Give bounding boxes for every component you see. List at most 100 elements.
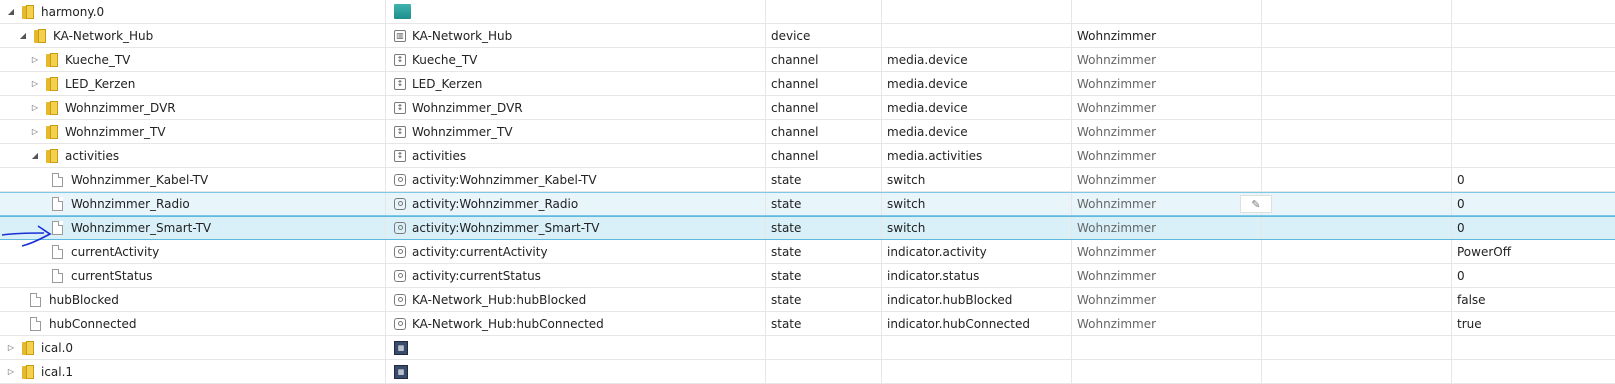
cell-function [1262, 193, 1452, 215]
object-value[interactable]: 0 [1452, 217, 1615, 239]
object-room: Wohnzimmer [1072, 288, 1262, 311]
object-room-text: Wohnzimmer [1077, 316, 1157, 331]
cell-function [1262, 48, 1452, 71]
folder-icon [22, 4, 35, 19]
object-value-text: 0 [1457, 268, 1465, 283]
object-id: Wohnzimmer_Radio [71, 197, 190, 211]
object-name: LED_Kerzen [412, 76, 483, 91]
object-role-text: media.device [887, 76, 968, 91]
tree-row[interactable]: ▷ ical.1 ▦ [0, 360, 1615, 384]
object-room: Wohnzimmer [1072, 193, 1262, 215]
object-role-text: indicator.status [887, 268, 980, 283]
object-room: Wohnzimmer [1072, 48, 1262, 71]
cell-name: ▦ [386, 360, 766, 383]
object-value[interactable]: 0 [1452, 264, 1615, 287]
state-icon [394, 245, 406, 258]
expanded-toggle-icon[interactable]: ◢ [6, 7, 16, 16]
calendar-icon: ▦ [394, 364, 408, 379]
cell-name: ↕ activities [386, 144, 766, 167]
collapsed-toggle-icon[interactable]: ▷ [6, 367, 16, 376]
object-value[interactable] [1452, 120, 1615, 143]
object-value-text: 0 [1457, 221, 1465, 235]
tree-row[interactable]: ▷ ical.0 ▦ [0, 336, 1615, 360]
object-value[interactable]: false [1452, 288, 1615, 311]
object-value[interactable] [1452, 144, 1615, 167]
hand-drawn-arrow-annotation [1, 225, 52, 247]
device-icon: ▥ [394, 29, 406, 42]
cell-id: ▷ ical.0 [0, 336, 386, 359]
object-value[interactable] [1452, 336, 1615, 359]
object-type-text: channel [771, 124, 819, 139]
cell-function [1262, 0, 1452, 23]
tree-row[interactable]: currentActivity activity:currentActivity s… [0, 240, 1615, 264]
object-value-text: 0 [1457, 197, 1465, 211]
tree-row[interactable]: Wohnzimmer_Kabel-TV activity:Wohnzimmer_K… [0, 168, 1615, 192]
state-icon [394, 198, 406, 210]
object-value[interactable] [1452, 0, 1615, 23]
folder-icon [46, 52, 59, 67]
object-id: ical.1 [41, 364, 74, 379]
expanded-toggle-icon[interactable]: ◢ [30, 151, 40, 160]
object-room: Wohnzimmer [1072, 96, 1262, 119]
collapsed-toggle-icon[interactable]: ▷ [30, 79, 40, 88]
object-value[interactable] [1452, 24, 1615, 47]
state-icon [394, 222, 406, 234]
cell-name: ↕ Wohnzimmer_TV [386, 120, 766, 143]
collapsed-toggle-icon[interactable]: ▷ [30, 55, 40, 64]
object-value[interactable]: 0 [1452, 193, 1615, 215]
tree-row[interactable]: Wohnzimmer_Radio activity:Wohnzimmer_Radi… [0, 192, 1615, 216]
object-value[interactable] [1452, 360, 1615, 383]
object-name: KA-Network_Hub:hubBlocked [412, 292, 587, 307]
object-type [766, 360, 882, 383]
tree-row[interactable]: ▷ Kueche_TV ↕ Kueche_TV channel media.device W… [0, 48, 1615, 72]
tree-row[interactable]: ◢ KA-Network_Hub ▥ KA-Network_Hub device Wohn… [0, 24, 1615, 48]
object-type: state [766, 264, 882, 287]
object-type: state [766, 168, 882, 191]
cell-name: ↕ LED_Kerzen [386, 72, 766, 95]
object-type: channel [766, 72, 882, 95]
tree-row[interactable]: ◢ harmony.0 [0, 0, 1615, 24]
tree-row[interactable]: hubConnected KA-Network_Hub:hubConnected s… [0, 312, 1615, 336]
cell-id: ◢ activities [0, 144, 386, 167]
object-value[interactable]: true [1452, 312, 1615, 335]
object-type-text: state [771, 292, 802, 307]
adapter-logo-icon [394, 4, 411, 19]
cell-id: ▷ LED_Kerzen [0, 72, 386, 95]
cell-id: hubConnected [0, 312, 386, 335]
tree-row[interactable]: hubBlocked KA-Network_Hub:hubBlocked state… [0, 288, 1615, 312]
tree-row[interactable]: currentStatus activity:currentStatus state… [0, 264, 1615, 288]
cell-function [1262, 288, 1452, 311]
object-value[interactable] [1452, 48, 1615, 71]
cell-name [386, 0, 766, 23]
object-id: Wohnzimmer_Kabel-TV [71, 172, 209, 187]
object-role [882, 0, 1072, 23]
object-role: media.device [882, 48, 1072, 71]
tree-row[interactable]: Wohnzimmer_Smart-TV activity:Wohnzimmer_S… [0, 216, 1615, 240]
tree-row[interactable]: ◢ activities ↕ activities channel media.activ… [0, 144, 1615, 168]
collapsed-toggle-icon[interactable]: ▷ [30, 127, 40, 136]
collapsed-toggle-icon[interactable]: ▷ [30, 103, 40, 112]
tree-row[interactable]: ▷ Wohnzimmer_DVR ↕ Wohnzimmer_DVR channel med… [0, 96, 1615, 120]
object-role-text: media.device [887, 124, 968, 139]
tree-row[interactable]: ▷ LED_Kerzen ↕ LED_Kerzen channel media.devic… [0, 72, 1615, 96]
object-value[interactable] [1452, 72, 1615, 95]
object-type [766, 0, 882, 23]
object-value-text: true [1457, 316, 1482, 331]
object-type-text: state [771, 172, 802, 187]
object-type-text: channel [771, 52, 819, 67]
pencil-icon: ✎ [1251, 197, 1261, 211]
object-role: switch [882, 217, 1072, 239]
collapsed-toggle-icon[interactable]: ▷ [6, 343, 16, 352]
object-value[interactable]: 0 [1452, 168, 1615, 191]
tree-row[interactable]: ▷ Wohnzimmer_TV ↕ Wohnzimmer_TV channel media… [0, 120, 1615, 144]
object-name: Wohnzimmer_TV [412, 124, 513, 139]
cell-function [1262, 360, 1452, 383]
expanded-toggle-icon[interactable]: ◢ [18, 31, 28, 40]
cell-function [1262, 96, 1452, 119]
file-icon [30, 292, 41, 307]
cell-name: ▦ [386, 336, 766, 359]
object-value[interactable] [1452, 96, 1615, 119]
object-room-text: Wohnzimmer [1077, 268, 1157, 283]
object-value[interactable]: PowerOff [1452, 240, 1615, 263]
edit-button[interactable]: ✎ [1240, 195, 1272, 213]
